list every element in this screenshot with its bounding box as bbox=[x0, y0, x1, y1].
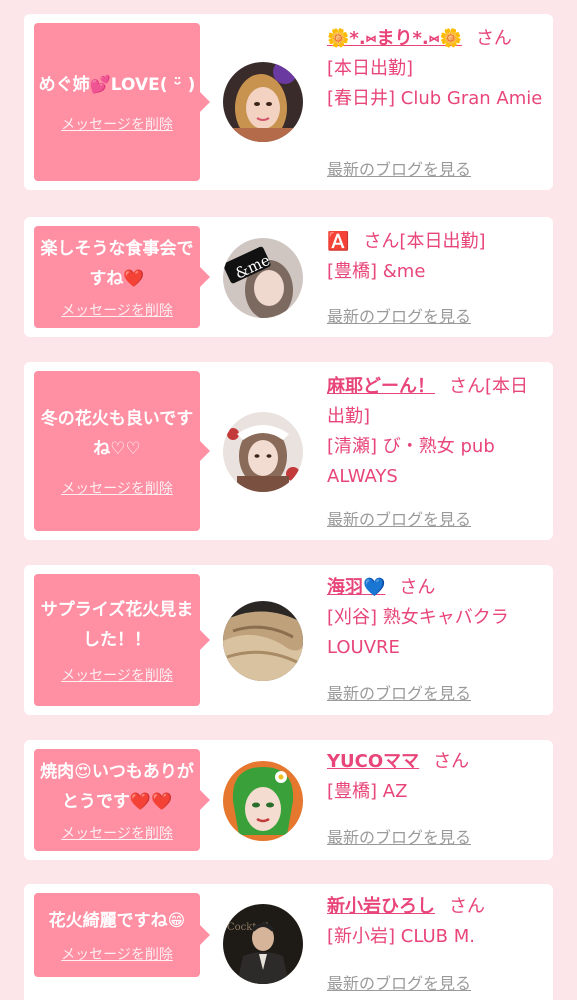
message-card: めぐ姉💕LOVE( ᵕ̈ ) メッセージを削除 🌼*.⑅まり*.⑅🌼 さん [本日… bbox=[24, 14, 553, 190]
blonde-hair-avatar-icon bbox=[223, 601, 303, 681]
honorific: さん bbox=[449, 376, 485, 397]
message-text: 花火綺麗ですね😁 bbox=[48, 911, 186, 931]
shop-name: [清瀬] び・熟女 pub ALWAYS bbox=[327, 436, 495, 487]
shop-name: [豊橋] AZ bbox=[327, 781, 408, 802]
latest-blog-link[interactable]: 最新のブログを見る bbox=[327, 970, 471, 994]
message-bubble: めぐ姉💕LOVE( ᵕ̈ ) メッセージを削除 bbox=[34, 23, 210, 181]
message-bubble: 冬の花火も良いですね♡♡ メッセージを削除 bbox=[34, 371, 210, 531]
shop-name: [新小岩] CLUB M. bbox=[327, 926, 475, 947]
message-text: めぐ姉💕LOVE( ᵕ̈ ) bbox=[38, 75, 196, 95]
avatar[interactable] bbox=[223, 601, 303, 681]
sender-name-link[interactable]: 麻耶どーん！ bbox=[327, 376, 435, 397]
sender-info: 新小岩ひろし さん [新小岩] CLUB M. bbox=[327, 892, 545, 952]
shop-name: [春日井] Club Gran Amie bbox=[327, 88, 543, 109]
message-card: 冬の花火も良いですね♡♡ メッセージを削除 麻耶どーん！ さん[本日出勤] [清瀬… bbox=[24, 362, 553, 540]
latest-blog-link[interactable]: 最新のブログを見る bbox=[327, 824, 471, 848]
honorific: さん bbox=[475, 28, 512, 49]
sender-info: 🅰️ さん[本日出勤] [豊橋] &me bbox=[327, 227, 545, 287]
woman-holiday-avatar-icon bbox=[223, 412, 303, 492]
message-card: サプライズ花火見ました！！ メッセージを削除 海羽💙 さん [刈谷] 熟女キャバク… bbox=[24, 565, 553, 715]
delete-message-link[interactable]: メッセージを削除 bbox=[61, 823, 173, 843]
sender-name-link[interactable]: 新小岩ひろし bbox=[327, 896, 435, 917]
honorific: さん bbox=[399, 577, 436, 598]
status-badge: [本日出勤] bbox=[399, 231, 486, 252]
message-text: 冬の花火も良いですね♡♡ bbox=[40, 409, 194, 459]
sender-info: 麻耶どーん！ さん[本日出勤] [清瀬] び・熟女 pub ALWAYS bbox=[327, 372, 545, 492]
delete-message-link[interactable]: メッセージを削除 bbox=[61, 665, 173, 685]
status-badge: [本日出勤] bbox=[327, 58, 414, 79]
me-logo-avatar-icon: &me bbox=[223, 238, 303, 318]
sender-name-link[interactable]: 🅰️ bbox=[327, 231, 349, 252]
delete-message-link[interactable]: メッセージを削除 bbox=[61, 114, 173, 134]
honorific: さん bbox=[363, 231, 400, 252]
message-bubble: サプライズ花火見ました！！ メッセージを削除 bbox=[34, 574, 210, 706]
message-bubble: 楽しそうな食事会ですね❤️ メッセージを削除 bbox=[34, 226, 210, 328]
latest-blog-link[interactable]: 最新のブログを見る bbox=[327, 506, 471, 530]
sender-info: 海羽💙 さん [刈谷] 熟女キャバクラ LOUVRE bbox=[327, 573, 545, 663]
woman-selfie-avatar-icon bbox=[223, 62, 303, 142]
honorific: さん bbox=[449, 896, 485, 917]
message-card: 焼肉😍いつもありがとうです❤️❤️ メッセージを削除 YUCOママ さん [豊橋]… bbox=[24, 740, 553, 860]
message-text: サプライズ花火見ました！！ bbox=[40, 600, 194, 650]
avatar[interactable]: Cocktail bbox=[223, 904, 303, 984]
avatar[interactable]: &me bbox=[223, 238, 303, 318]
message-card: 楽しそうな食事会ですね❤️ メッセージを削除 &me 🅰️ さん[本日出勤] [豊… bbox=[24, 217, 553, 337]
avatar[interactable] bbox=[223, 62, 303, 142]
sender-name-link[interactable]: YUCOママ bbox=[327, 751, 419, 772]
latest-blog-link[interactable]: 最新のブログを見る bbox=[327, 303, 471, 327]
shop-name: [刈谷] 熟女キャバクラ LOUVRE bbox=[327, 607, 509, 658]
message-list: めぐ姉💕LOVE( ᵕ̈ ) メッセージを削除 🌼*.⑅まり*.⑅🌼 さん [本日… bbox=[0, 0, 577, 1000]
message-card: 花火綺麗ですね😁 メッセージを削除 Cocktail 新小岩ひろし さん [新小岩… bbox=[24, 884, 553, 1000]
sender-name-link[interactable]: 海羽💙 bbox=[327, 577, 385, 598]
man-suit-avatar-icon: Cocktail bbox=[223, 904, 303, 984]
sender-info: 🌼*.⑅まり*.⑅🌼 さん [本日出勤] [春日井] Club Gran Amie bbox=[327, 24, 545, 114]
latest-blog-link[interactable]: 最新のブログを見る bbox=[327, 680, 471, 704]
latest-blog-link[interactable]: 最新のブログを見る bbox=[327, 156, 471, 180]
message-bubble: 焼肉😍いつもありがとうです❤️❤️ メッセージを削除 bbox=[34, 749, 210, 851]
message-text: 楽しそうな食事会ですね❤️ bbox=[40, 239, 194, 289]
sender-name-link[interactable]: 🌼*.⑅まり*.⑅🌼 bbox=[327, 28, 462, 49]
delete-message-link[interactable]: メッセージを削除 bbox=[61, 300, 173, 320]
delete-message-link[interactable]: メッセージを削除 bbox=[61, 478, 173, 498]
green-hair-illustration-avatar-icon bbox=[223, 761, 303, 841]
honorific: さん bbox=[433, 751, 470, 772]
avatar[interactable] bbox=[223, 761, 303, 841]
message-bubble: 花火綺麗ですね😁 メッセージを削除 bbox=[34, 893, 210, 977]
shop-name: [豊橋] &me bbox=[327, 261, 426, 282]
delete-message-link[interactable]: メッセージを削除 bbox=[61, 944, 173, 964]
avatar[interactable] bbox=[223, 412, 303, 492]
message-text: 焼肉😍いつもありがとうです❤️❤️ bbox=[40, 762, 194, 812]
sender-info: YUCOママ さん [豊橋] AZ bbox=[327, 747, 545, 807]
